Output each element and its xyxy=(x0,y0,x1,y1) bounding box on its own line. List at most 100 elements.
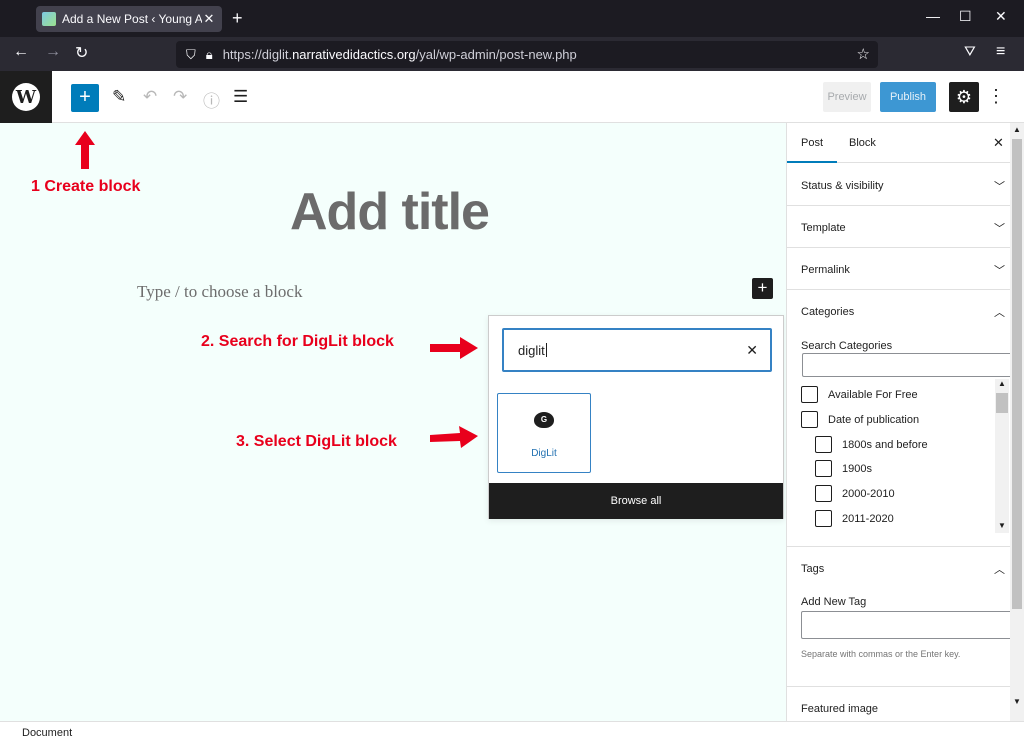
bookmark-star-icon[interactable]: ☆ xyxy=(857,45,870,63)
settings-gear-icon[interactable]: ⚙ xyxy=(949,82,979,112)
tab-title: Add a New Post ‹ Young Adult L xyxy=(62,12,202,26)
panel-status-visibility[interactable]: Status & visibility ﹀ xyxy=(787,164,1011,206)
shield-icon[interactable]: ⛉ xyxy=(186,47,196,63)
annotation-step2: 2. Search for DigLit block xyxy=(201,333,394,350)
clear-search-icon[interactable]: ✕ xyxy=(746,342,758,359)
panel-title[interactable]: Tags xyxy=(801,563,824,575)
more-options-icon[interactable]: ⋮ xyxy=(987,86,1005,107)
block-placeholder[interactable]: Type / to choose a block xyxy=(137,282,302,302)
settings-sidebar: Post Block ✕ Status & visibility ﹀ Templ… xyxy=(786,123,1024,721)
forward-icon[interactable]: → xyxy=(45,43,61,61)
add-block-button[interactable]: + xyxy=(71,84,99,112)
category-label: 1900s xyxy=(842,462,872,475)
search-categories-label: Search Categories xyxy=(801,340,893,352)
panel-template[interactable]: Template ﹀ xyxy=(787,206,1011,248)
chevron-up-icon[interactable]: ︿ xyxy=(994,304,1005,320)
sidebar-scrollbar[interactable]: ▲ ▼ xyxy=(1010,123,1024,721)
url-bar[interactable]: ⛉ 🔒︎ https://diglit. narrativedidactics.o… xyxy=(176,41,878,68)
category-checkbox[interactable] xyxy=(815,485,832,502)
diglit-block-result[interactable]: G DigLit xyxy=(497,393,591,473)
panel-title: Featured image xyxy=(801,703,879,715)
category-checkbox[interactable] xyxy=(815,460,832,477)
redo-icon[interactable]: ↷ xyxy=(173,87,187,107)
close-tab-icon[interactable]: ✕ xyxy=(202,11,216,27)
breadcrumb: Document xyxy=(0,721,1024,743)
search-categories-input[interactable] xyxy=(802,353,1012,377)
edit-pencil-icon[interactable]: ✎ xyxy=(112,87,126,107)
add-tag-input[interactable] xyxy=(801,611,1015,639)
scroll-thumb[interactable] xyxy=(1012,139,1022,609)
category-item[interactable]: Date of publication xyxy=(801,411,919,428)
list-view-icon[interactable]: ☰ xyxy=(233,87,248,107)
tab-post[interactable]: Post xyxy=(787,137,838,163)
annotation-arrow-right-icon xyxy=(430,337,478,359)
panel-title: Permalink xyxy=(801,264,850,276)
scroll-thumb[interactable] xyxy=(996,393,1008,413)
chevron-down-icon: ﹀ xyxy=(994,223,1005,235)
minimize-window-icon[interactable]: — xyxy=(926,8,940,24)
category-item[interactable]: 2011-2020 xyxy=(815,510,894,527)
annotation-step3: 3. Select DigLit block xyxy=(236,433,397,450)
categories-scrollbar[interactable]: ▲ ▼ xyxy=(995,379,1009,533)
browser-tab[interactable]: Add a New Post ‹ Young Adult L ✕ xyxy=(36,6,222,32)
lock-icon[interactable]: 🔒︎ xyxy=(206,47,213,63)
sidebar-tabs: Post Block ✕ xyxy=(787,123,1024,163)
url-host: narrativedidactics.org xyxy=(292,47,416,62)
diglit-block-icon: G xyxy=(534,412,554,428)
menu-hamburger-icon[interactable]: ≡ xyxy=(996,43,1005,61)
annotation-arrow-up-icon xyxy=(75,131,95,169)
category-item[interactable]: 2000-2010 xyxy=(815,485,895,502)
category-label: Date of publication xyxy=(828,413,920,426)
preview-button[interactable]: Preview xyxy=(823,82,871,112)
reload-icon[interactable]: ↻ xyxy=(75,43,88,63)
maximize-window-icon[interactable]: ☐ xyxy=(959,8,972,25)
chevron-up-icon[interactable]: ︿ xyxy=(994,561,1005,577)
search-value: diglit xyxy=(518,342,545,358)
tags-hint: Separate with commas or the Enter key. xyxy=(801,649,961,659)
close-window-icon[interactable]: ✕ xyxy=(995,8,1007,25)
pocket-icon[interactable]: ⛛ xyxy=(964,43,976,60)
undo-icon[interactable]: ↶ xyxy=(143,87,157,107)
browse-all-button[interactable]: Browse all xyxy=(489,483,783,519)
close-sidebar-icon[interactable]: ✕ xyxy=(993,135,1004,151)
inline-add-block-button[interactable]: + xyxy=(752,278,773,299)
category-label: 2000-2010 xyxy=(842,487,895,500)
panel-title: Template xyxy=(801,222,846,234)
publish-button[interactable]: Publish xyxy=(880,82,936,112)
back-icon[interactable]: ← xyxy=(13,43,29,61)
scroll-down-icon[interactable]: ▼ xyxy=(1013,697,1021,706)
new-tab-icon[interactable]: + xyxy=(232,9,243,27)
category-label: Available For Free xyxy=(828,388,918,401)
tab-block[interactable]: Block xyxy=(849,137,876,149)
text-cursor xyxy=(545,343,547,357)
category-checkbox[interactable] xyxy=(801,411,818,428)
panel-permalink[interactable]: Permalink ﹀ xyxy=(787,248,1011,290)
scroll-up-icon[interactable]: ▲ xyxy=(998,379,1006,388)
block-search-input[interactable]: diglit ✕ xyxy=(502,328,772,372)
diglit-block-label: DigLit xyxy=(531,448,557,459)
scroll-down-icon[interactable]: ▼ xyxy=(998,521,1006,530)
post-title-placeholder[interactable]: Add title xyxy=(290,182,490,242)
panel-title[interactable]: Categories xyxy=(801,306,854,318)
category-label: 2011-2020 xyxy=(842,512,894,525)
site-favicon-icon xyxy=(42,12,56,26)
category-checkbox[interactable] xyxy=(801,386,818,403)
url-path: /yal/wp-admin/post-new.php xyxy=(415,47,577,62)
wordpress-icon: W xyxy=(12,83,40,111)
chevron-down-icon: ﹀ xyxy=(994,265,1005,277)
block-inserter-popover: diglit ✕ G DigLit Browse all xyxy=(488,315,784,519)
editor-header: W + ✎ ↶ ↷ ⓘ ☰ Preview Publish ⚙ ⋮ xyxy=(0,71,1024,123)
scroll-up-icon[interactable]: ▲ xyxy=(1013,125,1021,134)
panel-featured-image[interactable]: Featured image xyxy=(787,687,1011,721)
add-tag-label: Add New Tag xyxy=(801,596,867,608)
category-item[interactable]: 1900s xyxy=(815,460,872,477)
annotation-arrow-right-icon xyxy=(430,426,478,448)
breadcrumb-document[interactable]: Document xyxy=(22,727,72,739)
info-icon[interactable]: ⓘ xyxy=(203,87,220,112)
chevron-down-icon: ﹀ xyxy=(994,181,1005,193)
category-item[interactable]: Available For Free xyxy=(801,386,918,403)
category-item[interactable]: 1800s and before xyxy=(815,436,928,453)
category-checkbox[interactable] xyxy=(815,436,832,453)
category-checkbox[interactable] xyxy=(815,510,832,527)
wordpress-logo[interactable]: W xyxy=(0,71,52,123)
